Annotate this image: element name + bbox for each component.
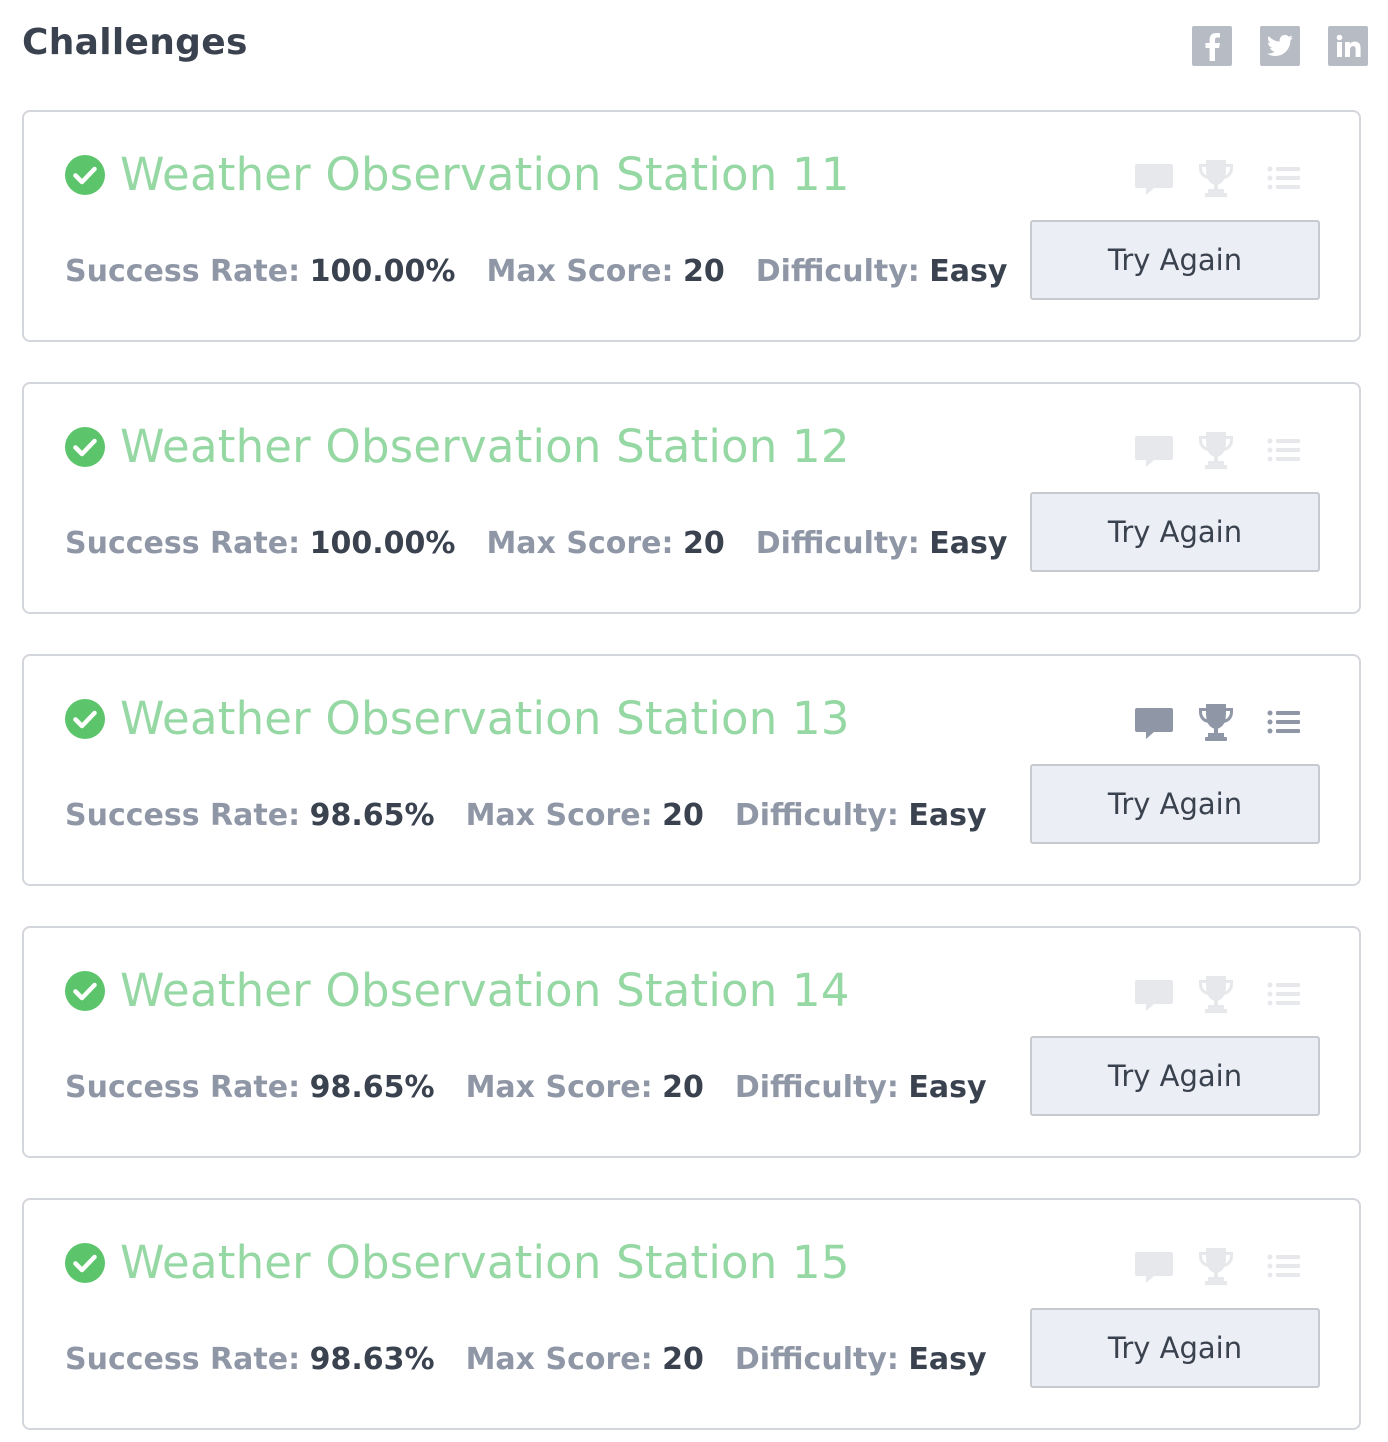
difficulty-label: Difficulty: [755,526,920,561]
challenge-stats: Success Rate: 100.00% Max Score: 20 Diff… [65,254,1038,289]
max-score-label: Max Score: [486,526,674,561]
max-score-value: 20 [662,1070,704,1105]
try-again-button[interactable]: Try Again [1030,1308,1320,1388]
try-again-button[interactable]: Try Again [1030,764,1320,844]
success-rate-label: Success Rate: [65,526,301,561]
max-score-label: Max Score: [486,254,674,289]
success-rate-stat: Success Rate: 98.65% [65,1070,435,1105]
try-again-button[interactable]: Try Again [1030,1036,1320,1116]
leaderboard-trophy-icon[interactable] [1196,702,1236,742]
facebook-icon[interactable] [1192,26,1232,66]
challenge-title[interactable]: Weather Observation Station 15 [120,1236,850,1289]
difficulty-stat: Difficulty: Easy [756,254,1008,289]
challenge-stats: Success Rate: 98.63% Max Score: 20 Diffi… [65,1342,1018,1377]
editorial-list-icon[interactable] [1264,430,1304,470]
challenge-actions [1134,1246,1304,1286]
max-score-label: Max Score: [465,1342,653,1377]
challenge-stats: Success Rate: 98.65% Max Score: 20 Diffi… [65,1070,1018,1105]
difficulty-value: Easy [908,798,987,833]
max-score-stat: Max Score: 20 [466,1070,704,1105]
success-rate-stat: Success Rate: 100.00% [65,526,455,561]
challenge-actions [1134,158,1304,198]
challenge-card: Weather Observation Station 14 Success R… [22,926,1361,1158]
challenge-title[interactable]: Weather Observation Station 13 [120,692,850,745]
page-title: Challenges [22,22,248,63]
discussion-icon[interactable] [1134,158,1174,198]
challenge-card: Weather Observation Station 15 Success R… [22,1198,1361,1430]
success-rate-value: 98.65% [309,1070,435,1105]
discussion-icon[interactable] [1134,702,1174,742]
success-rate-stat: Success Rate: 98.63% [65,1342,435,1377]
linkedin-icon[interactable] [1328,26,1368,66]
editorial-list-icon[interactable] [1264,702,1304,742]
success-rate-stat: Success Rate: 98.65% [65,798,435,833]
max-score-label: Max Score: [465,1070,653,1105]
editorial-list-icon[interactable] [1264,158,1304,198]
success-rate-value: 100.00% [309,526,456,561]
leaderboard-trophy-icon[interactable] [1196,158,1236,198]
success-rate-stat: Success Rate: 100.00% [65,254,455,289]
success-rate-label: Success Rate: [65,1342,301,1377]
difficulty-value: Easy [929,254,1008,289]
challenge-card: Weather Observation Station 13 Success R… [22,654,1361,886]
leaderboard-trophy-icon[interactable] [1196,974,1236,1014]
difficulty-value: Easy [908,1070,987,1105]
difficulty-stat: Difficulty: Easy [735,1342,987,1377]
difficulty-label: Difficulty: [734,798,899,833]
success-rate-value: 98.65% [309,798,435,833]
social-share-bar [1192,26,1368,66]
max-score-value: 20 [662,798,704,833]
difficulty-stat: Difficulty: Easy [735,798,987,833]
challenge-card: Weather Observation Station 12 Success R… [22,382,1361,614]
difficulty-value: Easy [929,526,1008,561]
max-score-value: 20 [683,526,725,561]
editorial-list-icon[interactable] [1264,974,1304,1014]
success-rate-value: 100.00% [309,254,456,289]
challenge-title[interactable]: Weather Observation Station 12 [120,420,850,473]
difficulty-stat: Difficulty: Easy [735,1070,987,1105]
challenge-actions [1134,974,1304,1014]
leaderboard-trophy-icon[interactable] [1196,1246,1236,1286]
page-header: Challenges [22,0,1368,100]
success-rate-label: Success Rate: [65,1070,301,1105]
solved-check-icon [65,699,105,739]
discussion-icon[interactable] [1134,1246,1174,1286]
solved-check-icon [65,971,105,1011]
try-again-button[interactable]: Try Again [1030,220,1320,300]
challenge-actions [1134,430,1304,470]
challenge-stats: Success Rate: 100.00% Max Score: 20 Diff… [65,526,1038,561]
challenge-title[interactable]: Weather Observation Station 11 [120,148,850,201]
solved-check-icon [65,427,105,467]
discussion-icon[interactable] [1134,974,1174,1014]
difficulty-label: Difficulty: [734,1342,899,1377]
success-rate-label: Success Rate: [65,798,301,833]
max-score-stat: Max Score: 20 [486,254,724,289]
challenge-actions [1134,702,1304,742]
challenge-title[interactable]: Weather Observation Station 14 [120,964,850,1017]
difficulty-label: Difficulty: [755,254,920,289]
max-score-label: Max Score: [465,798,653,833]
success-rate-value: 98.63% [309,1342,435,1377]
solved-check-icon [65,1243,105,1283]
difficulty-label: Difficulty: [734,1070,899,1105]
max-score-stat: Max Score: 20 [486,526,724,561]
try-again-button[interactable]: Try Again [1030,492,1320,572]
solved-check-icon [65,155,105,195]
twitter-icon[interactable] [1260,26,1300,66]
challenge-stats: Success Rate: 98.65% Max Score: 20 Diffi… [65,798,1018,833]
max-score-stat: Max Score: 20 [466,798,704,833]
success-rate-label: Success Rate: [65,254,301,289]
difficulty-value: Easy [908,1342,987,1377]
max-score-stat: Max Score: 20 [466,1342,704,1377]
editorial-list-icon[interactable] [1264,1246,1304,1286]
challenge-card: Weather Observation Station 11 Success R… [22,110,1361,342]
max-score-value: 20 [683,254,725,289]
discussion-icon[interactable] [1134,430,1174,470]
leaderboard-trophy-icon[interactable] [1196,430,1236,470]
difficulty-stat: Difficulty: Easy [756,526,1008,561]
max-score-value: 20 [662,1342,704,1377]
